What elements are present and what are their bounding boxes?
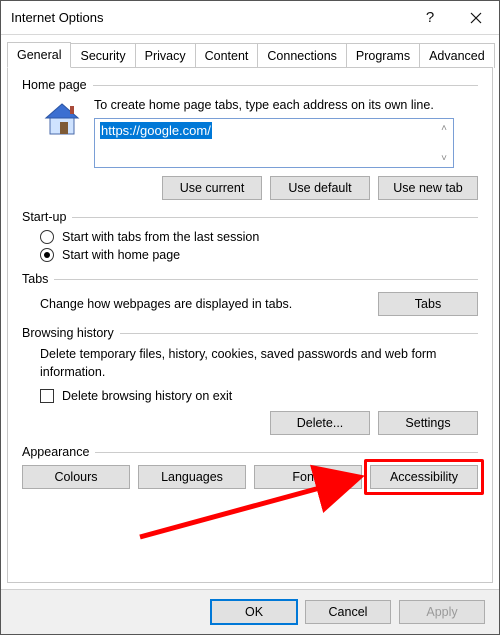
homepage-url-input[interactable]: https://google.com/ ˄ ˅ (94, 118, 454, 168)
checkbox-delete-on-exit[interactable]: Delete browsing history on exit (40, 389, 478, 403)
use-new-tab-button[interactable]: Use new tab (378, 176, 478, 200)
titlebar: Internet Options ? (1, 1, 499, 35)
homepage-hint: To create home page tabs, type each addr… (94, 98, 478, 112)
cancel-button[interactable]: Cancel (305, 600, 391, 624)
legend-homepage: Home page (22, 78, 87, 92)
tab-content[interactable]: Content (195, 43, 259, 68)
homepage-url-value: https://google.com/ (100, 122, 212, 139)
tab-privacy[interactable]: Privacy (135, 43, 196, 68)
group-tabs: Tabs Change how webpages are displayed i… (22, 272, 478, 316)
tabstrip: General Security Privacy Content Connect… (1, 35, 499, 67)
window-title: Internet Options (11, 10, 407, 25)
tab-general[interactable]: General (7, 42, 71, 68)
colours-button[interactable]: Colours (22, 465, 130, 489)
group-homepage: Home page To create home page tabs, type… (22, 78, 478, 200)
apply-button[interactable]: Apply (399, 600, 485, 624)
dialog-footer: OK Cancel Apply (1, 589, 499, 634)
tabs-hint: Change how webpages are displayed in tab… (40, 297, 292, 311)
internet-options-dialog: Internet Options ? General Security Priv… (0, 0, 500, 635)
checkbox-icon (40, 389, 54, 403)
radio-icon (40, 248, 54, 262)
use-default-button[interactable]: Use default (270, 176, 370, 200)
group-appearance: Appearance Colours Languages Fonts Acces… (22, 445, 478, 489)
tab-advanced[interactable]: Advanced (419, 43, 495, 68)
accessibility-button[interactable]: Accessibility (370, 465, 478, 489)
group-browsing-history: Browsing history Delete temporary files,… (22, 326, 478, 435)
close-button[interactable] (453, 1, 499, 35)
help-button[interactable]: ? (407, 1, 453, 35)
fonts-button[interactable]: Fonts (254, 465, 362, 489)
legend-tabs: Tabs (22, 272, 48, 286)
scroll-down-icon[interactable]: ˅ (436, 150, 452, 166)
history-delete-button[interactable]: Delete... (270, 411, 370, 435)
use-current-button[interactable]: Use current (162, 176, 262, 200)
scroll-up-icon[interactable]: ˄ (436, 120, 452, 136)
close-icon (470, 12, 482, 24)
tab-connections[interactable]: Connections (257, 43, 347, 68)
history-settings-button[interactable]: Settings (378, 411, 478, 435)
languages-button[interactable]: Languages (138, 465, 246, 489)
radio-icon (40, 230, 54, 244)
ok-button[interactable]: OK (211, 600, 297, 624)
tabs-settings-button[interactable]: Tabs (378, 292, 478, 316)
tab-security[interactable]: Security (70, 43, 135, 68)
radio-start-home-page[interactable]: Start with home page (40, 248, 478, 262)
tab-programs[interactable]: Programs (346, 43, 420, 68)
group-startup: Start-up Start with tabs from the last s… (22, 210, 478, 262)
home-icon (40, 98, 84, 142)
legend-history: Browsing history (22, 326, 114, 340)
radio-start-last-session[interactable]: Start with tabs from the last session (40, 230, 478, 244)
general-tabpanel: Home page To create home page tabs, type… (7, 67, 493, 583)
legend-appearance: Appearance (22, 445, 89, 459)
history-hint: Delete temporary files, history, cookies… (40, 346, 478, 381)
legend-startup: Start-up (22, 210, 66, 224)
